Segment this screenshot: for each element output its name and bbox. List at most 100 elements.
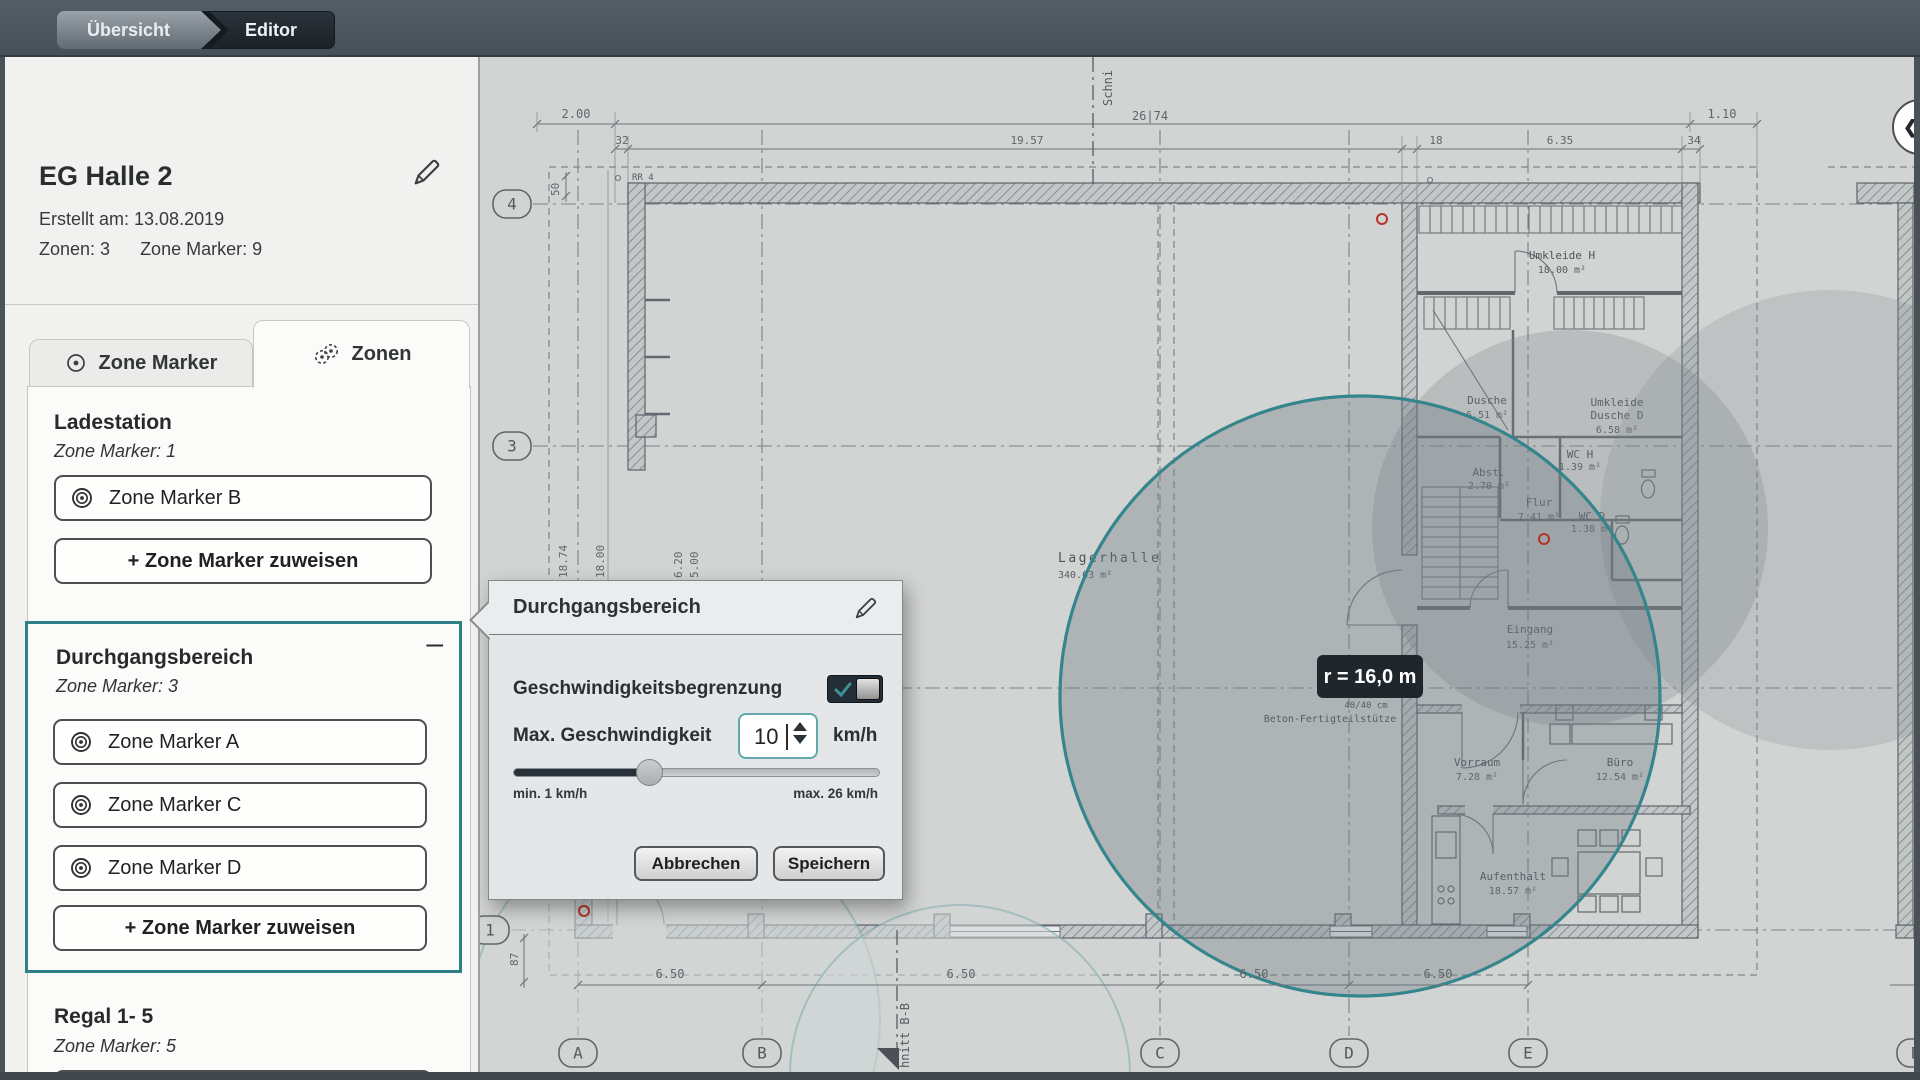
dim-label: 18.74 [557,545,570,578]
floor-plan-drawing: Lagerhalle 340.63 m² Umkleide H 18.00 m²… [480,57,1914,1072]
cancel-button[interactable]: Abbrechen [634,846,758,881]
room-label: Umkleide H [1529,249,1595,262]
app-window: Übersicht Editor EG Halle 2 Erstellt am:… [0,0,1920,1080]
dim-label: 6.50 [1424,967,1453,981]
pencil-icon [410,155,444,189]
dim-label: 34 [1687,134,1701,147]
dim-label: 5.00 [688,552,701,579]
slider-min-label: min. 1 km/h [513,786,587,801]
max-speed-input[interactable]: 10 [738,713,818,759]
section-label: hnitt B-B [898,1003,912,1068]
radius-badge-label: r = 16,0 m [1324,666,1417,688]
zone-section-title: Ladestation [54,411,172,435]
assign-marker-label: + Zone Marker zuweisen [128,550,359,573]
page-title: EG Halle 2 [39,161,173,192]
speed-limit-toggle-label: Geschwindigkeitsbegrenzung [513,678,782,700]
window-frame-left [0,57,5,1080]
wall-label: RR 4 [632,173,654,183]
pencil-icon [852,594,880,622]
max-speed-label: Max. Geschwindigkeit [513,725,712,747]
assign-marker-label: + Zone Marker zuweisen [125,917,356,940]
zone-marker-button-d[interactable]: Zone Marker D [53,845,427,891]
edit-zone-button[interactable] [852,594,880,622]
dim-label: 6.50 [1240,967,1269,981]
markers-count: Zone Marker: 9 [140,239,262,259]
axis-label: 3 [507,437,517,456]
section-label: Schni [1101,70,1115,106]
tab-label: Zonen [352,343,412,366]
save-button[interactable]: Speichern [773,846,885,881]
axis-label: E [1523,1044,1533,1063]
breadcrumb: Übersicht Editor [57,11,335,49]
floor-plan-canvas[interactable]: Lagerhalle 340.63 m² Umkleide H 18.00 m²… [480,57,1914,1072]
toggle-knob [856,678,880,700]
text-caret [786,724,788,750]
axis-label: B [757,1044,767,1063]
speed-stepper[interactable] [793,722,809,752]
zone-section-durchgangsbereich-selected[interactable]: Durchgangsbereich Zone Marker: 3 – Zone … [25,621,462,973]
target-icon [68,792,94,818]
assign-marker-button[interactable]: + Zone Marker zuweisen [54,538,432,584]
tab-label: Zone Marker [99,352,218,375]
zone-marker-label: Zone Marker A [108,731,239,754]
axis-label: A [573,1044,583,1063]
zone-marker-button-a[interactable]: Zone Marker A [53,719,427,765]
zone-marker-button-b[interactable]: Zone Marker B [54,475,432,521]
zones-panel: Ladestation Zone Marker: 1 Zone Marker B… [27,386,471,1072]
column-note: Beton-Fertigteilstütze [1264,714,1396,725]
axis-label: D [1344,1044,1354,1063]
zone-marker-point[interactable] [1377,214,1387,224]
zone-marker-button-c[interactable]: Zone Marker C [53,782,427,828]
speed-slider-thumb[interactable] [636,759,663,786]
zone-settings-popup: Durchgangsbereich Geschwindigkeitsbegren… [488,580,903,900]
chevron-left-icon: ❮ [1903,117,1914,138]
zones-icon [312,343,340,367]
max-speed-value: 10 [754,724,778,750]
edit-title-icon[interactable] [410,155,444,189]
zone-marker-icon [65,352,87,374]
tab-zonen[interactable]: Zonen [253,320,470,388]
target-icon [69,485,95,511]
axis-label: 4 [507,195,517,214]
created-date: Erstellt am: 13.08.2019 [39,209,224,230]
check-icon [833,680,853,700]
breadcrumb-editor-label[interactable]: Editor [245,11,297,49]
column-note: 40/40 cm [1344,701,1387,711]
zone-section-subtitle: Zone Marker: 1 [54,441,176,462]
dim-label: 6.20 [672,552,685,579]
zone-marker-label: Zone Marker C [108,794,241,817]
breadcrumb-uebersicht-tab[interactable]: Übersicht [57,11,221,49]
slider-max-label: max. 26 km/h [793,786,878,801]
window-frame-right [1914,57,1920,1080]
zone-marker-label: Zone Marker B [109,487,241,510]
room-area: 18.00 m² [1538,265,1586,276]
stepper-down-icon[interactable] [793,735,807,744]
speed-limit-toggle[interactable] [827,675,883,703]
zone-section-subtitle: Zone Marker: 5 [54,1036,176,1057]
dim-label: 6.50 [947,967,976,981]
dim-label: 26|74 [1132,109,1168,123]
assign-marker-button[interactable]: + Zone Marker zuweisen [53,905,427,951]
axis-label: 1 [485,921,495,940]
stepper-up-icon[interactable] [793,722,807,731]
dim-label: 50 [549,183,562,196]
target-icon [68,729,94,755]
divider [5,304,478,305]
speed-slider-track[interactable] [513,768,880,777]
speed-slider-fill [514,769,651,776]
dim-label: 87 [508,953,521,966]
dim-label: 32 [615,134,628,147]
dim-label: 19.57 [1010,134,1043,147]
speed-unit: km/h [833,725,877,747]
dim-label: 6.35 [1547,134,1574,147]
dim-label: 2.00 [562,107,591,121]
dim-label: 18.00 [594,545,607,578]
zone-marker-label: Zone Marker D [108,857,241,880]
zone-counts: Zonen: 3Zone Marker: 9 [39,239,292,260]
zone-section-title: Regal 1- 5 [54,1005,153,1029]
tab-zone-marker[interactable]: Zone Marker [29,339,253,386]
zone-section-subtitle: Zone Marker: 3 [56,676,178,697]
popup-title: Durchgangsbereich [513,596,701,619]
zone-section-title: Durchgangsbereich [56,646,253,670]
collapse-section-button[interactable]: – [426,630,443,658]
